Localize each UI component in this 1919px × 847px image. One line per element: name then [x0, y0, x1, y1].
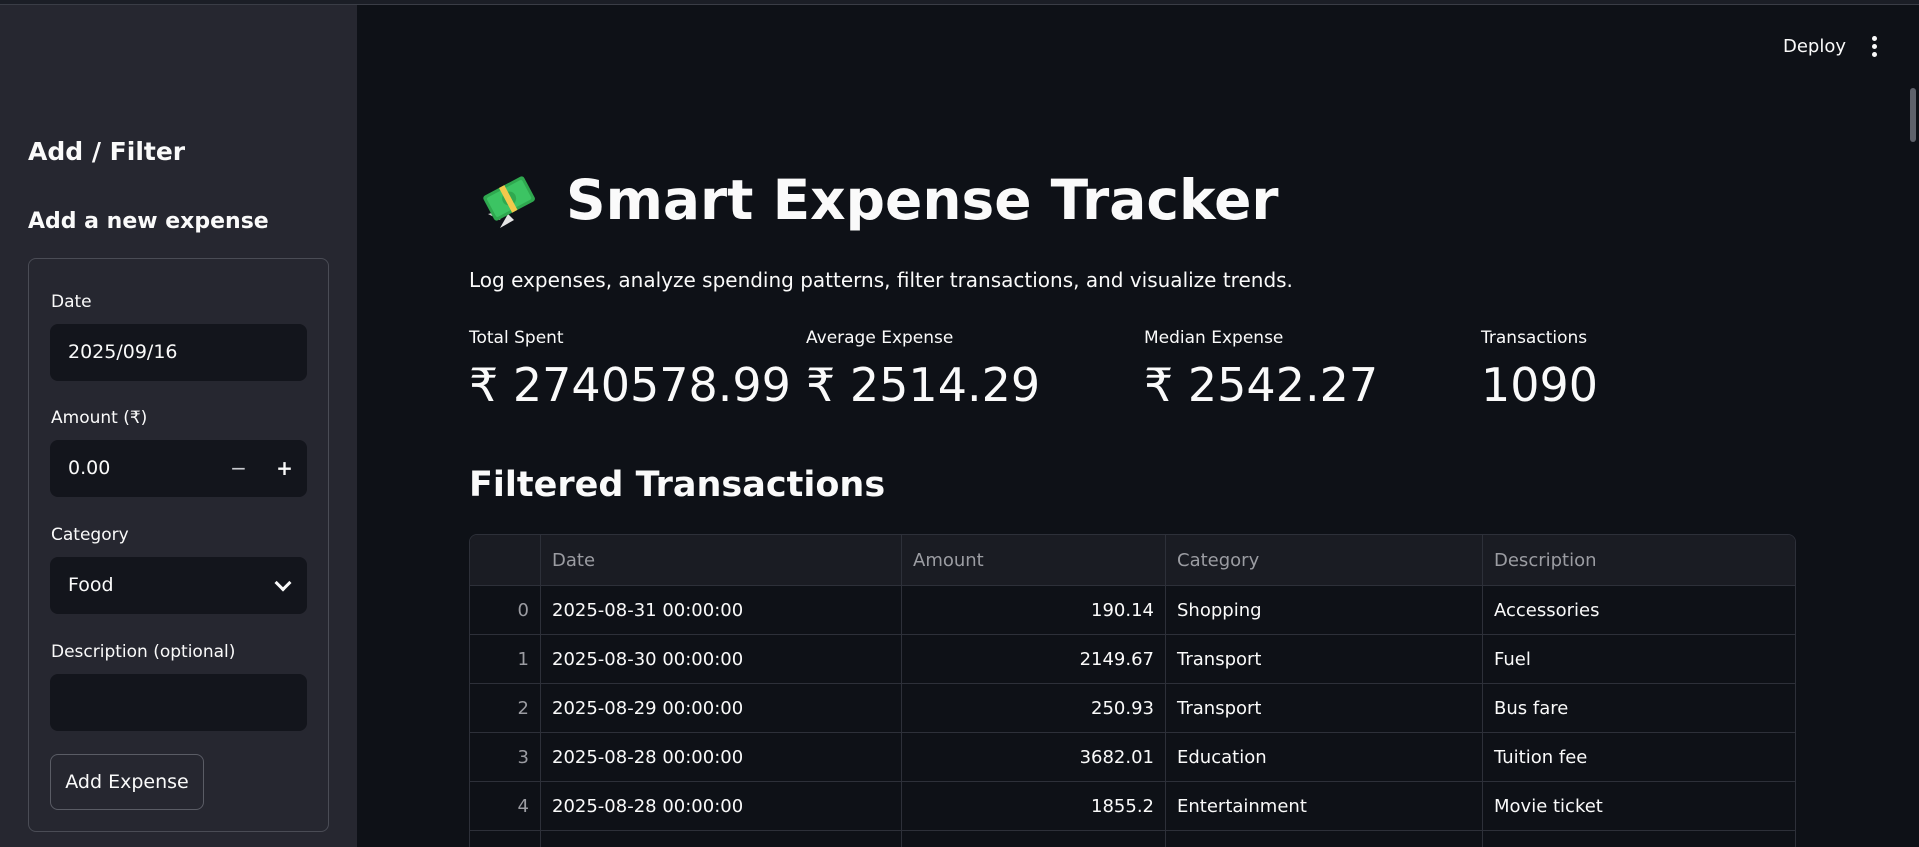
cell-amount[interactable]: 2149.67 [902, 635, 1166, 684]
table-row[interactable]: 3 2025-08-28 00:00:00 3682.01 Education … [470, 733, 1795, 782]
money-with-wings-icon [478, 170, 540, 232]
add-expense-button[interactable]: Add Expense [50, 754, 204, 810]
date-label: Date [51, 292, 92, 312]
table-row[interactable]: 1 2025-08-30 00:00:00 2149.67 Transport … [470, 635, 1795, 684]
column-header-amount[interactable]: Amount [902, 535, 1166, 586]
page-title: Smart Expense Tracker [566, 168, 1279, 232]
cell-description[interactable]: Movie ticket [1483, 782, 1795, 831]
row-index: 4 [470, 782, 541, 831]
row-index: 0 [470, 586, 541, 635]
page-subtitle: Log expenses, analyze spending patterns,… [469, 268, 1293, 292]
scrollbar[interactable] [1910, 88, 1916, 142]
chevron-down-icon[interactable] [274, 574, 292, 592]
more-menu-icon[interactable] [1872, 36, 1878, 58]
metric-value: ₹ 2542.27 [1144, 358, 1379, 412]
metric-average-expense: Average Expense ₹ 2514.29 [806, 328, 1040, 412]
cell-date[interactable]: 2025-08-28 00:00:00 [541, 733, 902, 782]
amount-value[interactable]: 0.00 [68, 457, 110, 479]
cell-amount[interactable]: 250.93 [902, 684, 1166, 733]
cell-category[interactable]: Transport [1166, 635, 1483, 684]
cell-amount[interactable]: 190.14 [902, 586, 1166, 635]
amount-label: Amount (₹) [51, 408, 148, 428]
transactions-table[interactable]: Date Amount Category Description 0 2025-… [469, 534, 1796, 847]
metric-label: Average Expense [806, 328, 954, 348]
column-header-category[interactable]: Category [1166, 535, 1483, 586]
cell-category[interactable]: Entertainment [1166, 782, 1483, 831]
cell-date[interactable]: 2025-08-28 00:00:00 [541, 782, 902, 831]
metric-label: Median Expense [1144, 328, 1284, 348]
cell-category[interactable]: Shopping [1166, 586, 1483, 635]
category-label: Category [51, 525, 129, 545]
column-header-description[interactable]: Description [1483, 535, 1795, 586]
column-header-index[interactable] [470, 535, 541, 586]
metric-value: 1090 [1481, 358, 1599, 412]
metric-total-spent: Total Spent ₹ 2740578.99 [469, 328, 791, 412]
table-row-partial[interactable] [470, 831, 1795, 847]
cell-amount[interactable]: 3682.01 [902, 733, 1166, 782]
sidebar-title: Add / Filter [28, 137, 186, 166]
category-select[interactable]: Food [50, 557, 307, 614]
cell-date[interactable]: 2025-08-31 00:00:00 [541, 586, 902, 635]
table-row[interactable]: 0 2025-08-31 00:00:00 190.14 Shopping Ac… [470, 586, 1795, 635]
cell-date[interactable]: 2025-08-30 00:00:00 [541, 635, 902, 684]
description-input[interactable] [50, 674, 307, 731]
sidebar-subtitle: Add a new expense [28, 209, 269, 234]
row-index: 1 [470, 635, 541, 684]
deploy-button[interactable]: Deploy [1783, 36, 1846, 57]
cell-category[interactable]: Education [1166, 733, 1483, 782]
cell-category[interactable]: Transport [1166, 684, 1483, 733]
table-header-row: Date Amount Category Description [470, 535, 1795, 586]
sidebar: Add / Filter Add a new expense Date 2025… [0, 5, 357, 847]
amount-stepper[interactable]: 0.00 − + [50, 440, 307, 497]
metric-label: Transactions [1481, 328, 1588, 348]
column-header-date[interactable]: Date [541, 535, 902, 586]
increment-button[interactable]: + [262, 440, 307, 497]
cell-description[interactable]: Fuel [1483, 635, 1795, 684]
section-title: Filtered Transactions [469, 465, 886, 505]
row-index: 3 [470, 733, 541, 782]
cell-amount[interactable]: 1855.2 [902, 782, 1166, 831]
decrement-button[interactable]: − [216, 440, 261, 497]
table-row[interactable]: 2 2025-08-29 00:00:00 250.93 Transport B… [470, 684, 1795, 733]
metric-value: ₹ 2740578.99 [469, 358, 791, 412]
metric-label: Total Spent [469, 328, 564, 348]
description-label: Description (optional) [51, 642, 236, 662]
metric-median-expense: Median Expense ₹ 2542.27 [1144, 328, 1378, 412]
row-index: 2 [470, 684, 541, 733]
metric-transactions: Transactions 1090 [1481, 328, 1598, 412]
cell-description[interactable]: Accessories [1483, 586, 1795, 635]
category-selected-value: Food [68, 574, 114, 596]
add-expense-form: Date 2025/09/16 Amount (₹) 0.00 − + Cate… [28, 258, 329, 832]
cell-date[interactable]: 2025-08-29 00:00:00 [541, 684, 902, 733]
table-row[interactable]: 4 2025-08-28 00:00:00 1855.2 Entertainme… [470, 782, 1795, 831]
metric-value: ₹ 2514.29 [806, 358, 1041, 412]
cell-description[interactable]: Tuition fee [1483, 733, 1795, 782]
cell-description[interactable]: Bus fare [1483, 684, 1795, 733]
date-input[interactable]: 2025/09/16 [50, 324, 307, 381]
